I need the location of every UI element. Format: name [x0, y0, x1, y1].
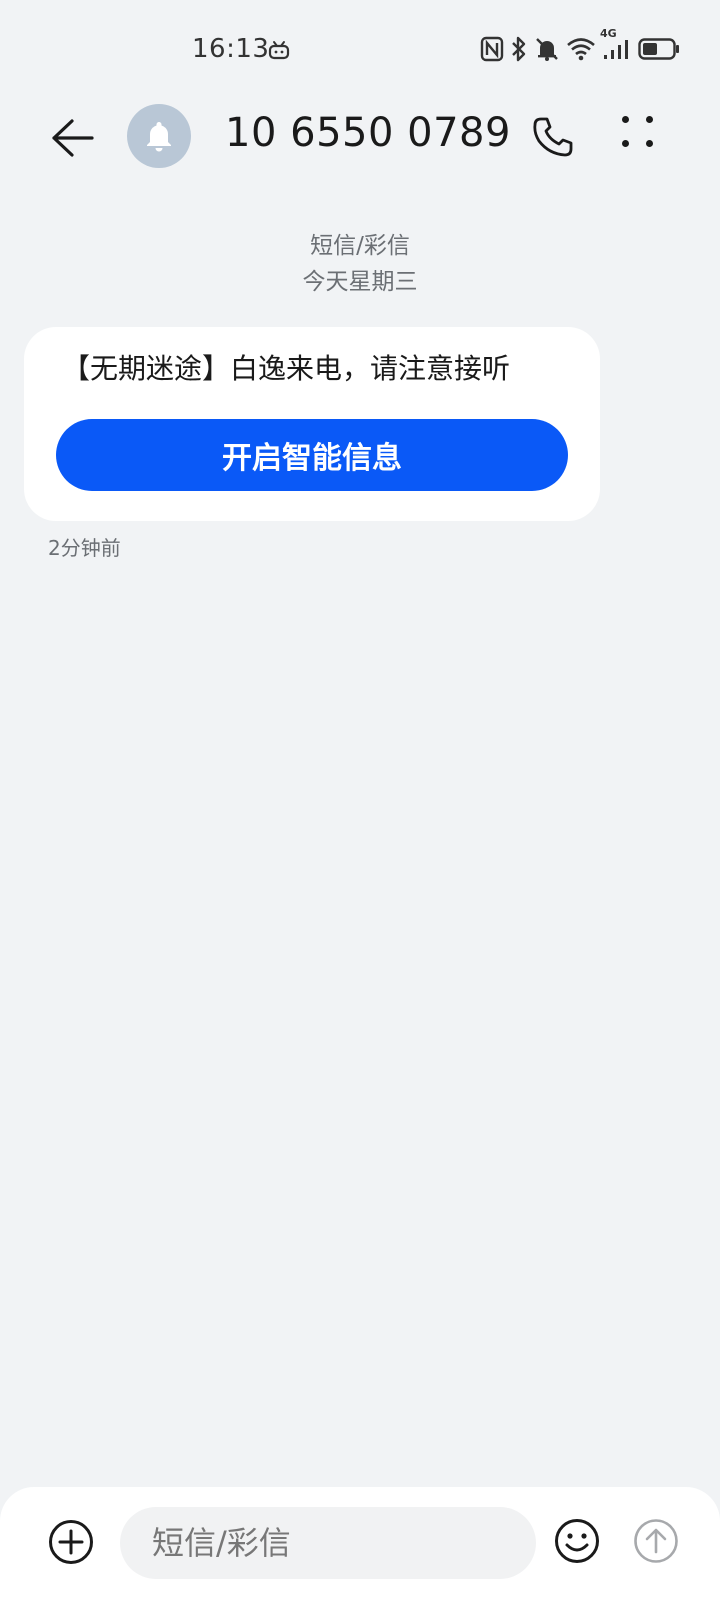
mute-bell-icon [534, 36, 560, 62]
send-button[interactable] [633, 1518, 679, 1564]
emoji-button[interactable] [554, 1518, 600, 1564]
battery-icon [638, 37, 680, 61]
wifi-icon [566, 37, 596, 61]
call-button[interactable] [528, 112, 578, 162]
add-attachment-button[interactable] [48, 1519, 94, 1565]
bell-icon [147, 122, 171, 152]
network-label: 4G [600, 27, 617, 40]
enable-smart-message-button[interactable]: 开启智能信息 [56, 419, 568, 491]
back-button[interactable] [46, 112, 98, 164]
message-text: 【无期迷途】白逸来电，请注意接听 [62, 352, 511, 385]
back-arrow-icon [52, 119, 94, 157]
avatar[interactable] [127, 104, 191, 168]
bluetooth-icon [510, 36, 528, 62]
conversation-date-label: 今天星期三 [302, 269, 418, 295]
more-options-button[interactable] [620, 114, 666, 160]
status-bar: 16:13 4G [0, 0, 720, 100]
smiley-icon [555, 1519, 599, 1563]
message-composer [0, 1487, 720, 1600]
phone-icon [533, 117, 573, 157]
message-timestamp: 2分钟前 [48, 536, 121, 560]
signal-4g-icon: 4G [600, 27, 632, 61]
arrow-up-icon [634, 1519, 678, 1563]
status-icons: 4G [480, 27, 680, 62]
conversation-type-label: 短信/彩信 [310, 233, 410, 259]
status-time: 16:13 [192, 34, 270, 64]
tv-icon [268, 40, 290, 64]
nfc-icon [480, 36, 504, 62]
message-input[interactable] [120, 1507, 536, 1579]
conversation-header: 10 6550 0789 [0, 100, 720, 210]
contact-name: 10 6550 0789 [225, 110, 511, 156]
message-bubble[interactable]: 【无期迷途】白逸来电，请注意接听 开启智能信息 [24, 327, 600, 521]
plus-circle-icon [49, 1520, 93, 1564]
messages-screen: 16:13 4G 10 6550 0789 短信/彩信 今天星期三 【无期迷途】… [0, 0, 720, 1600]
